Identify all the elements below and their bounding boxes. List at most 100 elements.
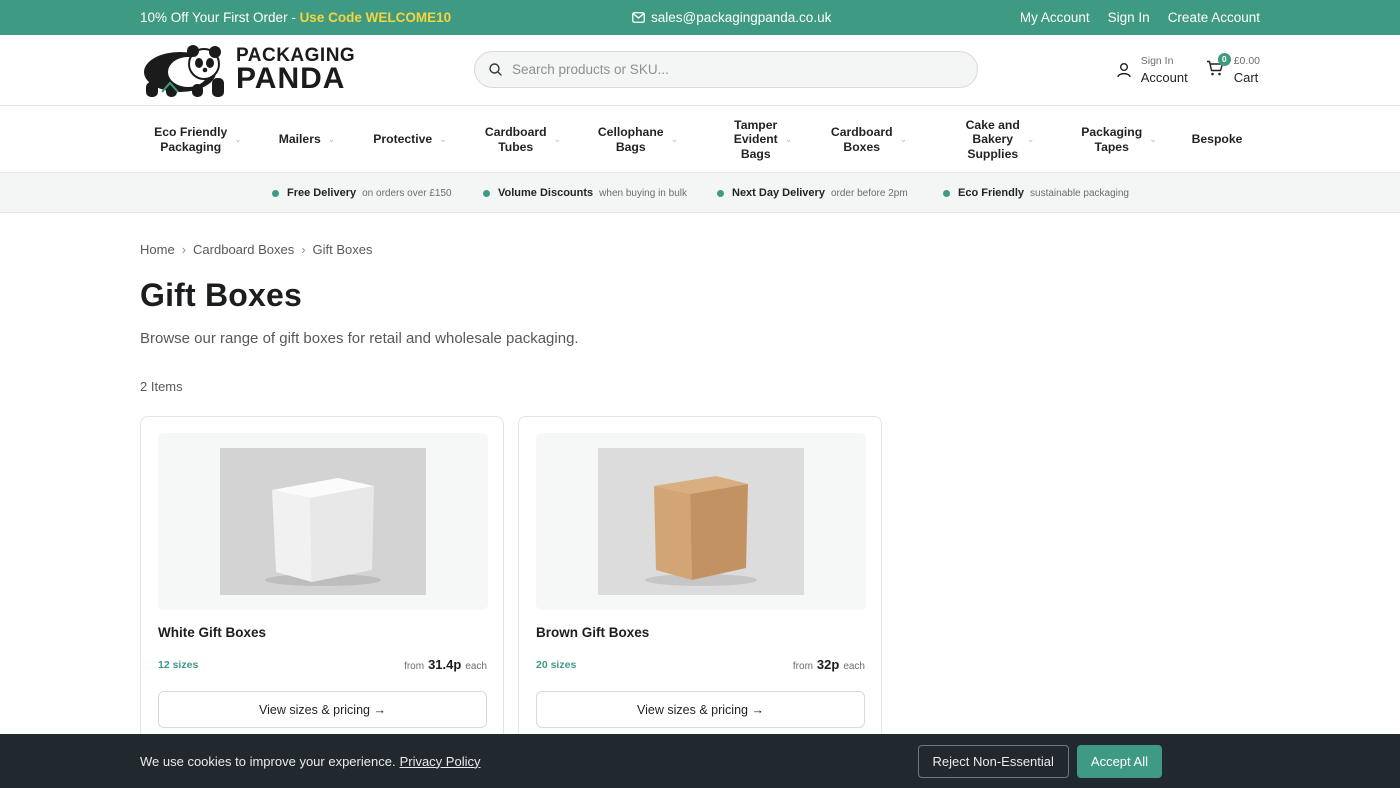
bullet-dot-icon: [272, 189, 279, 197]
breadcrumb-separator: ›: [301, 242, 306, 257]
privacy-policy-link[interactable]: Privacy Policy: [400, 754, 481, 769]
nav-item[interactable]: Cake and Bakery Supplies ⌄: [950, 106, 1050, 173]
product-card[interactable]: Brown Gift Boxes 20 sizes from 32p each …: [518, 416, 882, 756]
main-nav: Eco Friendly Packaging ⌄ Mailers ⌄ Protectiv…: [0, 106, 1400, 173]
breadcrumb-separator: ›: [181, 242, 187, 257]
cookie-message: We use cookies to improve your experienc…: [140, 753, 396, 769]
nav-item[interactable]: Bespoke: [1180, 106, 1254, 173]
chevron-down-icon: ⌄: [784, 134, 793, 145]
cart-button[interactable]: 0 £0.00 Cart: [1206, 52, 1260, 85]
chevron-down-icon: ⌄: [1026, 134, 1035, 145]
nav-item[interactable]: Mailers ⌄: [268, 106, 346, 173]
price-suffix: each: [843, 661, 865, 672]
header-actions: Sign In Account 0 £0.00 Cart: [1117, 52, 1260, 85]
cookie-banner: We use cookies to improve your experienc…: [0, 734, 1400, 788]
nav-item-label: Protective: [373, 132, 433, 147]
nav-item-label: Mailers: [278, 132, 321, 147]
box-left-face: [654, 486, 692, 580]
sign-in-link[interactable]: Sign In: [1108, 10, 1150, 25]
logo-line-2: PANDA: [236, 62, 346, 95]
reject-non-essential-button[interactable]: Reject Non-Essential: [917, 744, 1069, 778]
white-gift-box-image: [220, 448, 426, 595]
chevron-down-icon: ⌄: [670, 134, 679, 145]
my-account-link[interactable]: My Account: [1020, 10, 1090, 25]
nav-item-label: Cardboard Tubes: [484, 125, 547, 154]
product-price: from 32p each: [793, 657, 865, 672]
nav-item[interactable]: Cellophane Bags ⌄: [590, 106, 686, 173]
nav-item-label: Cake and Bakery Supplies: [965, 118, 1020, 161]
email-contact[interactable]: sales@packagingpanda.co.uk: [632, 0, 831, 35]
benefit-title: Next Day Delivery: [732, 187, 825, 199]
product-card[interactable]: White Gift Boxes 12 sizes from 31.4p eac…: [140, 416, 504, 756]
nav-item[interactable]: Packaging Tapes ⌄: [1072, 106, 1166, 173]
breadcrumb-current: Gift Boxes: [312, 242, 373, 257]
product-name[interactable]: Brown Gift Boxes: [536, 625, 649, 640]
search-icon: [489, 63, 502, 76]
nav-item[interactable]: Eco Friendly Packaging ⌄: [148, 106, 248, 173]
price-amount: 32p: [816, 657, 840, 672]
main-content: Home › Cardboard Boxes › Gift Boxes Gift…: [0, 213, 1400, 756]
box-right-face: [690, 484, 748, 580]
promo-code: Use Code WELCOME10: [299, 10, 452, 25]
nav-item-label: Bespoke: [1191, 132, 1243, 147]
email-link[interactable]: sales@packagingpanda.co.uk: [651, 10, 831, 25]
price-prefix: from: [792, 661, 813, 672]
page-description: Browse our range of gift boxes for retai…: [140, 330, 579, 347]
bullet-dot-icon: [483, 189, 490, 197]
product-image[interactable]: [220, 448, 426, 595]
create-account-link[interactable]: Create Account: [1168, 10, 1260, 25]
user-icon: [1117, 63, 1131, 78]
accept-all-button[interactable]: Accept All: [1076, 744, 1162, 778]
promo-bar: 10% Off Your First Order - Use Code WELC…: [0, 0, 1400, 35]
benefit-detail: sustainable packaging: [1030, 187, 1129, 199]
price-prefix: from: [404, 661, 425, 672]
nav-item[interactable]: Protective ⌄: [362, 106, 458, 173]
mail-icon: [632, 12, 645, 23]
box-right-face: [310, 486, 374, 582]
benefit-detail: on orders over £150: [362, 187, 452, 199]
nav-item[interactable]: Tamper Evident Bags ⌄: [718, 106, 808, 173]
account-text: Sign In Account: [1141, 55, 1188, 85]
product-name[interactable]: White Gift Boxes: [158, 625, 266, 640]
view-sizes-button[interactable]: View sizes & pricing →: [536, 691, 865, 728]
search-bar[interactable]: [474, 51, 978, 88]
benefit-title: Volume Discounts: [498, 187, 594, 199]
breadcrumb-cardboard-boxes[interactable]: Cardboard Boxes: [193, 242, 294, 257]
nav-item[interactable]: Cardboard Boxes ⌄: [820, 106, 918, 173]
promo-text: 10% Off Your First Order -: [140, 10, 300, 25]
nav-item-label: Packaging Tapes: [1081, 125, 1143, 154]
benefit-item: Free Delivery on orders over £150: [272, 173, 452, 213]
search-input[interactable]: [512, 62, 952, 77]
box-left-face: [272, 490, 312, 582]
benefit-item: Eco Friendly sustainable packaging: [943, 173, 1129, 213]
price-suffix: each: [465, 661, 487, 672]
benefit-item: Next Day Delivery order before 2pm: [717, 173, 908, 213]
chevron-down-icon: ⌄: [553, 134, 562, 145]
product-image[interactable]: [598, 448, 804, 595]
benefit-item: Volume Discounts when buying in bulk: [483, 173, 687, 213]
product-image-frame: [536, 433, 866, 610]
account-button[interactable]: Sign In Account: [1117, 55, 1188, 85]
benefit-title: Eco Friendly: [958, 187, 1025, 199]
cart-total: £0.00: [1233, 55, 1260, 67]
item-count: 2 Items: [140, 379, 183, 394]
cart-text: £0.00 Cart: [1234, 55, 1260, 85]
product-size-count: 12 sizes: [158, 659, 199, 671]
product-size-count: 20 sizes: [536, 659, 577, 671]
nav-item[interactable]: Cardboard Tubes ⌄: [474, 106, 572, 173]
bullet-dot-icon: [717, 189, 724, 197]
site-logo[interactable]: PACKAGING PANDA: [140, 40, 355, 100]
benefit-detail: when buying in bulk: [599, 187, 687, 199]
view-sizes-button[interactable]: View sizes & pricing →: [158, 691, 487, 728]
account-label: Account: [1140, 70, 1188, 85]
page-title: Gift Boxes: [140, 277, 303, 313]
breadcrumb: Home › Cardboard Boxes › Gift Boxes: [140, 242, 373, 257]
chevron-down-icon: ⌄: [1149, 134, 1157, 145]
nav-item-label: Eco Friendly Packaging: [154, 125, 228, 154]
chevron-down-icon: ⌄: [234, 134, 242, 145]
breadcrumb-home[interactable]: Home: [140, 242, 175, 257]
benefit-title: Free Delivery: [287, 187, 357, 199]
nav-item-label: Cardboard Boxes: [830, 125, 893, 154]
chevron-down-icon: ⌄: [899, 134, 908, 145]
nav-item-label: Tamper Evident Bags: [733, 118, 778, 161]
